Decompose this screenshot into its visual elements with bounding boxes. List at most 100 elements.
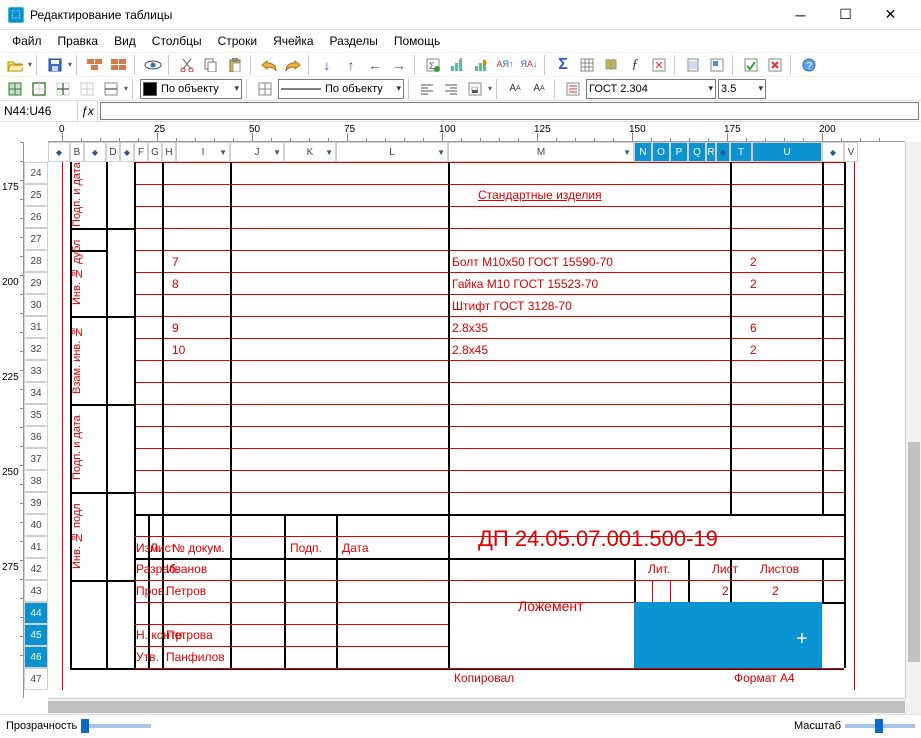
line-grid-icon[interactable] (254, 78, 276, 100)
menu-cell[interactable]: Ячейка (265, 32, 321, 50)
col-header[interactable]: L▼ (336, 142, 448, 162)
arrow-down-icon[interactable]: ↓ (316, 54, 338, 76)
function-icon[interactable]: ƒ (624, 54, 646, 76)
align-special-icon[interactable]: ⬓ (464, 78, 486, 100)
row-header[interactable]: 40 (24, 514, 48, 536)
row-header[interactable]: 33 (24, 360, 48, 382)
vertical-scrollbar[interactable] (905, 142, 921, 698)
menu-columns[interactable]: Столбцы (144, 32, 210, 50)
row-header[interactable]: 26 (24, 206, 48, 228)
close-button[interactable]: ✕ (868, 0, 913, 30)
col-header[interactable]: I▼ (176, 142, 230, 162)
line-style-combo[interactable]: По объекту▾ (278, 79, 404, 99)
menu-help[interactable]: Помощь (386, 32, 448, 50)
border-outer-icon[interactable] (28, 78, 50, 100)
col-header[interactable]: O (652, 142, 670, 162)
scale-slider[interactable] (845, 724, 915, 728)
border-all-icon[interactable] (4, 78, 26, 100)
col-header[interactable]: ◆ (120, 142, 134, 162)
table-x-icon[interactable] (764, 54, 786, 76)
col-header[interactable]: M▼ (448, 142, 634, 162)
arrow-left-icon[interactable]: ← (364, 54, 386, 76)
col-header[interactable]: ◆ (716, 142, 730, 162)
chart-edit-icon[interactable] (470, 54, 492, 76)
row-header[interactable]: 36 (24, 426, 48, 448)
formula-cross-icon[interactable] (648, 54, 670, 76)
col-header[interactable]: D (106, 142, 120, 162)
row-header[interactable]: 25 (24, 184, 48, 206)
chart-new-icon[interactable]: * (446, 54, 468, 76)
row-header[interactable]: 46 (24, 646, 48, 668)
sort-az-down-icon[interactable]: ЯА↓ (518, 54, 540, 76)
sum-grid-icon[interactable]: Σ (422, 54, 444, 76)
grid-icon[interactable] (576, 54, 598, 76)
col-header[interactable]: B (70, 142, 84, 162)
copy-icon[interactable] (200, 54, 222, 76)
brick-split-icon[interactable] (108, 54, 130, 76)
row-header[interactable]: 45 (24, 624, 48, 646)
col-header[interactable]: Q (688, 142, 706, 162)
decrease-font-icon[interactable]: АА (528, 78, 550, 100)
row-header[interactable]: 24 (24, 162, 48, 184)
row-header[interactable]: 29 (24, 272, 48, 294)
col-header[interactable]: N (634, 142, 652, 162)
row-header[interactable]: 44 (24, 602, 48, 624)
sigma-icon[interactable]: Σ (552, 54, 574, 76)
col-header[interactable]: J▼ (230, 142, 284, 162)
font-dialog-icon[interactable] (562, 78, 584, 100)
col-header[interactable]: H (162, 142, 176, 162)
menu-file[interactable]: Файл (4, 32, 50, 50)
table-check-icon[interactable] (740, 54, 762, 76)
menu-edit[interactable]: Правка (50, 32, 107, 50)
minimize-button[interactable]: ─ (778, 0, 823, 30)
drawing-canvas[interactable]: Подп. и датаИнв. № дублВзам. инв. №Подп.… (48, 162, 905, 698)
border-inner-icon[interactable] (52, 78, 74, 100)
book-icon[interactable] (600, 54, 622, 76)
formula-input[interactable] (100, 102, 919, 120)
col-header[interactable]: R (706, 142, 716, 162)
eye-icon[interactable] (142, 54, 164, 76)
vertical-ruler[interactable]: 175200225250275 (0, 142, 24, 698)
col-header[interactable]: P (670, 142, 688, 162)
redo-icon[interactable] (282, 54, 304, 76)
col-header[interactable]: U (752, 142, 822, 162)
arrow-up-icon[interactable]: ↑ (340, 54, 362, 76)
col-header[interactable]: ◆ (822, 142, 844, 162)
row-header[interactable]: 47 (24, 668, 48, 690)
select-range-icon[interactable] (706, 54, 728, 76)
col-header[interactable]: ◆ (84, 142, 106, 162)
transparency-slider[interactable] (81, 724, 151, 728)
col-header[interactable]: G (148, 142, 162, 162)
selection-range[interactable] (634, 602, 822, 668)
cell-reference[interactable]: N44:U46 (0, 101, 78, 121)
row-header[interactable]: 38 (24, 470, 48, 492)
arrow-right-icon[interactable]: → (388, 54, 410, 76)
row-header[interactable]: 27 (24, 228, 48, 250)
row-header[interactable]: 37 (24, 448, 48, 470)
row-header[interactable]: 32 (24, 338, 48, 360)
row-header[interactable]: 35 (24, 404, 48, 426)
paste-icon[interactable] (224, 54, 246, 76)
menu-rows[interactable]: Строки (210, 32, 265, 50)
save-icon[interactable] (44, 54, 66, 76)
col-header[interactable]: K▼ (284, 142, 336, 162)
row-header[interactable]: 28 (24, 250, 48, 272)
row-header[interactable]: 41 (24, 536, 48, 558)
brick-merge-icon[interactable] (84, 54, 106, 76)
row-header[interactable]: 43 (24, 580, 48, 602)
maximize-button[interactable]: ☐ (823, 0, 868, 30)
col-header[interactable]: V (844, 142, 858, 162)
col-header[interactable]: ◆ (48, 142, 70, 162)
menu-sections[interactable]: Разделы (322, 32, 386, 50)
col-header[interactable]: F (134, 142, 148, 162)
page-setup-icon[interactable] (682, 54, 704, 76)
col-header[interactable]: T (730, 142, 752, 162)
horizontal-ruler[interactable]: 0255075100125150175200 (48, 122, 905, 142)
row-header[interactable]: 42 (24, 558, 48, 580)
cut-icon[interactable] (176, 54, 198, 76)
row-header[interactable]: 30 (24, 294, 48, 316)
align-left-icon[interactable] (416, 78, 438, 100)
horizontal-scrollbar[interactable] (48, 698, 905, 714)
font-size-combo[interactable]: 3.5▾ (718, 79, 766, 99)
increase-font-icon[interactable]: АА (504, 78, 526, 100)
